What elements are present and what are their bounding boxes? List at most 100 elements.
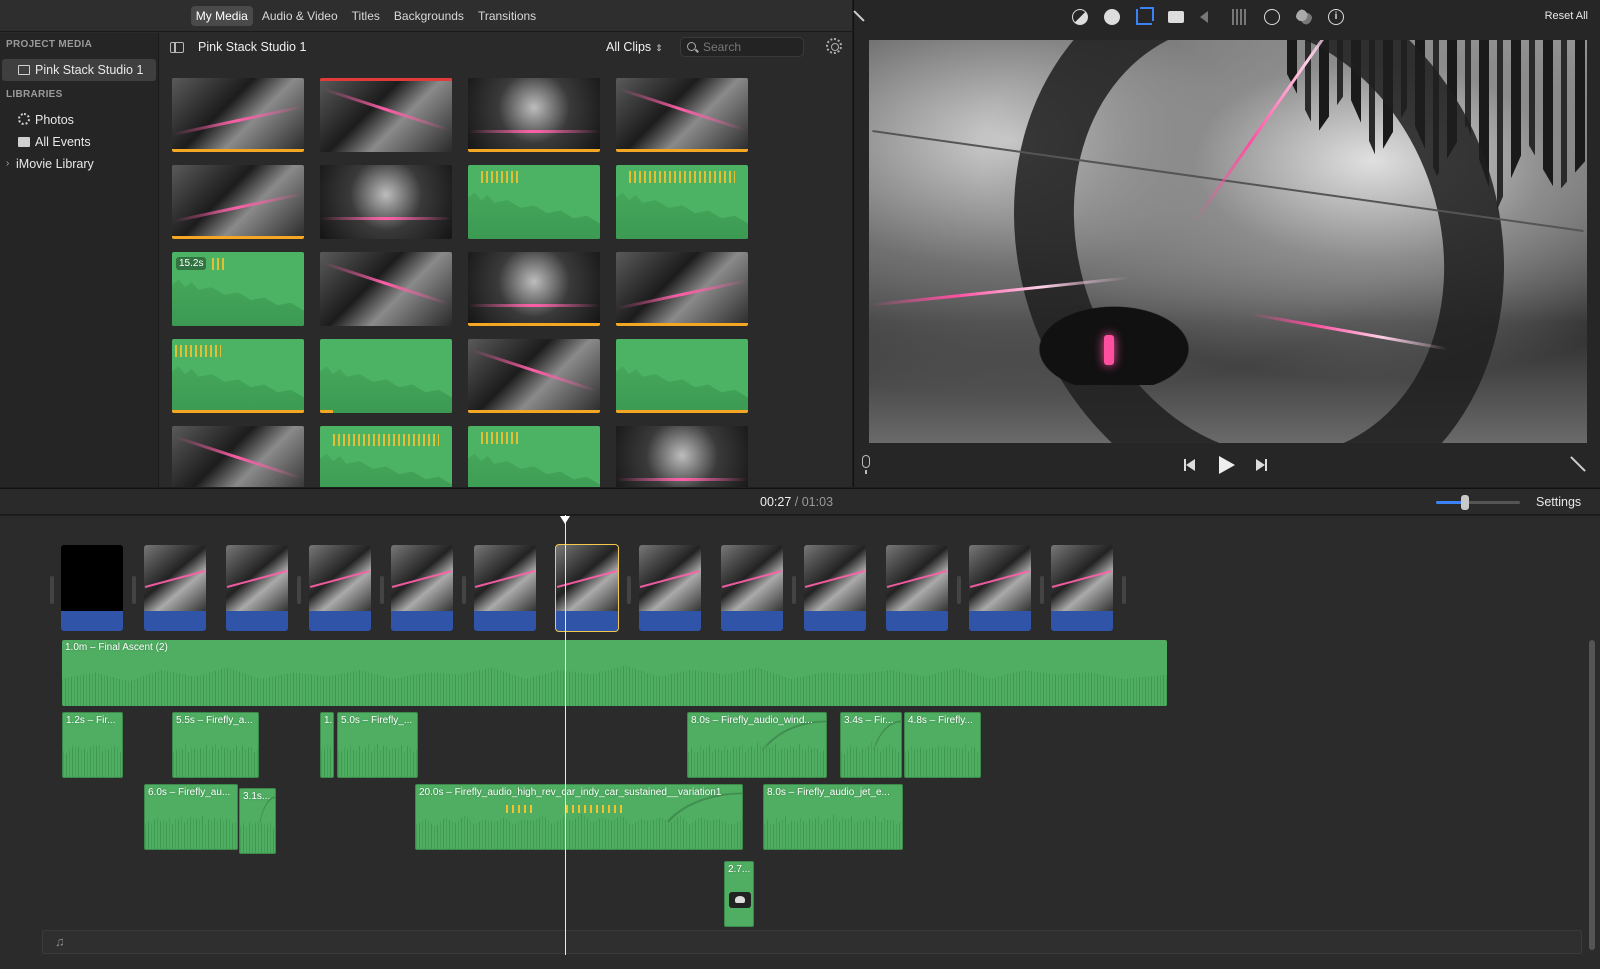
sidebar-toggle-icon[interactable] (170, 41, 184, 53)
media-clip[interactable] (616, 426, 748, 487)
reset-all-button[interactable]: Reset All (1545, 10, 1588, 22)
timeline-video-clip[interactable] (639, 545, 701, 631)
gear-icon[interactable] (826, 38, 842, 54)
timeline-audio-clip[interactable]: 5.5s – Firefly_a... (172, 712, 259, 778)
search-field[interactable] (680, 37, 804, 57)
transition-marker[interactable] (1040, 576, 1044, 604)
timeline-audio-clip[interactable]: 1.2s – Fir... (62, 712, 123, 778)
media-clip[interactable] (616, 252, 748, 326)
audio-clip[interactable]: 15.2s (172, 252, 304, 326)
clip-audio-strip (969, 611, 1031, 631)
transition-marker[interactable] (297, 576, 301, 604)
media-clip[interactable] (468, 339, 600, 413)
audio-clip[interactable] (616, 339, 748, 413)
timeline-audio-clip-slowed[interactable]: 2.7... (724, 861, 754, 927)
zoom-slider-knob[interactable] (1461, 495, 1470, 510)
timeline-video-clip[interactable] (144, 545, 206, 631)
timeline-audio-clip[interactable]: 8.0s – Firefly_audio_wind... (687, 712, 827, 778)
play-icon[interactable] (1219, 456, 1235, 474)
media-clip[interactable] (320, 78, 452, 152)
timeline-video-clip[interactable] (804, 545, 866, 631)
timeline-video-clip[interactable] (1051, 545, 1113, 631)
clip-audio-strip (309, 611, 371, 631)
media-clip[interactable] (468, 252, 600, 326)
clip-label: 6.0s – Firefly_au... (148, 787, 231, 798)
clip-filter-select[interactable]: All Clips ⇕ (606, 40, 663, 54)
color-balance-icon[interactable] (1072, 9, 1088, 25)
equalizer-icon[interactable] (1232, 9, 1248, 25)
transition-marker[interactable] (792, 576, 796, 604)
audio-clip[interactable] (616, 165, 748, 239)
media-clip[interactable] (172, 78, 304, 152)
background-music-track[interactable]: 1.0m – Final Ascent (2) (62, 640, 1167, 706)
transition-marker[interactable] (50, 576, 54, 604)
timeline-zoom-slider[interactable] (1436, 495, 1520, 510)
transition-marker[interactable] (132, 576, 136, 604)
timeline-video-clip[interactable] (226, 545, 288, 631)
transition-marker[interactable] (380, 576, 384, 604)
audio-clip[interactable] (320, 426, 452, 487)
media-clip[interactable] (468, 78, 600, 152)
tab-audio-video[interactable]: Audio & Video (257, 6, 343, 26)
tab-titles[interactable]: Titles (347, 6, 385, 26)
audio-clip[interactable] (468, 165, 600, 239)
timeline-audio-clip[interactable]: 8.0s – Firefly_audio_jet_e... (763, 784, 903, 850)
sidebar-item-imovie-library[interactable]: › iMovie Library (0, 153, 158, 175)
media-clip[interactable] (616, 78, 748, 152)
speed-icon[interactable] (1264, 9, 1280, 25)
timeline-settings-button[interactable]: Settings (1536, 495, 1581, 509)
stabilization-icon[interactable] (1168, 11, 1184, 23)
media-clip[interactable] (172, 426, 304, 487)
timeline-audio-clip[interactable]: 3.1s... (239, 788, 276, 854)
sidebar-item-project[interactable]: Pink Stack Studio 1 (2, 59, 156, 81)
timeline-video-clip[interactable] (309, 545, 371, 631)
media-browser-pane: My Media Audio & Video Titles Background… (0, 0, 852, 487)
timeline-video-clip[interactable] (474, 545, 536, 631)
timeline-audio-clip[interactable]: 20.0s – Firefly_audio_high_rev_car_indy_… (415, 784, 743, 850)
sidebar-item-photos[interactable]: Photos (0, 109, 158, 131)
timeline-video-clip[interactable] (391, 545, 453, 631)
sidebar-item-label: Pink Stack Studio 1 (35, 63, 144, 77)
sidebar-item-all-events[interactable]: All Events (0, 131, 158, 153)
timeline-audio-clip[interactable]: 4.8s – Firefly... (904, 712, 981, 778)
tab-backgrounds[interactable]: Backgrounds (389, 6, 469, 26)
transition-marker[interactable] (462, 576, 466, 604)
chevron-right-icon[interactable]: › (6, 153, 9, 175)
timeline-audio-clip[interactable]: 3.4s – Fir... (840, 712, 902, 778)
volume-icon[interactable] (1200, 11, 1208, 23)
tab-my-media[interactable]: My Media (190, 5, 253, 26)
timeline-audio-clip[interactable]: 6.0s – Firefly_au... (144, 784, 238, 850)
timeline-video-clip[interactable] (721, 545, 783, 631)
magic-wand-icon[interactable] (853, 10, 865, 22)
transition-marker[interactable] (1122, 576, 1126, 604)
timeline-video-clip[interactable] (61, 545, 123, 631)
playhead-handle[interactable] (560, 516, 570, 524)
color-correction-icon[interactable] (1104, 9, 1120, 25)
timeline-vertical-scrollbar[interactable] (1589, 640, 1595, 950)
timeline-video-clip[interactable] (969, 545, 1031, 631)
timeline-audio-clip[interactable]: 5.0s – Firefly_... (337, 712, 418, 778)
skip-back-icon[interactable] (1184, 459, 1195, 471)
clip-filter-icon[interactable] (1296, 9, 1312, 25)
audio-clip[interactable] (172, 339, 304, 413)
transition-marker[interactable] (957, 576, 961, 604)
transition-marker[interactable] (627, 576, 631, 604)
search-input[interactable] (703, 38, 803, 56)
media-clip[interactable] (320, 165, 452, 239)
timeline-video-clip[interactable] (886, 545, 948, 631)
audio-clip[interactable] (320, 339, 452, 413)
media-clip[interactable] (320, 252, 452, 326)
media-clip[interactable] (172, 165, 304, 239)
timeline-audio-clip[interactable]: 1. (320, 712, 334, 778)
crop-icon[interactable] (1136, 7, 1154, 25)
audio-clip[interactable] (468, 426, 600, 487)
fullscreen-icon[interactable] (1570, 456, 1586, 472)
video-preview (869, 40, 1587, 443)
tab-transitions[interactable]: Transitions (473, 6, 541, 26)
info-icon[interactable]: i (1328, 9, 1344, 25)
skip-forward-icon[interactable] (1256, 459, 1267, 471)
clip-label: 3.4s – Fir... (844, 715, 894, 726)
music-well[interactable]: ♫ (42, 930, 1582, 954)
microphone-icon[interactable] (862, 455, 870, 474)
playhead[interactable] (565, 515, 566, 955)
